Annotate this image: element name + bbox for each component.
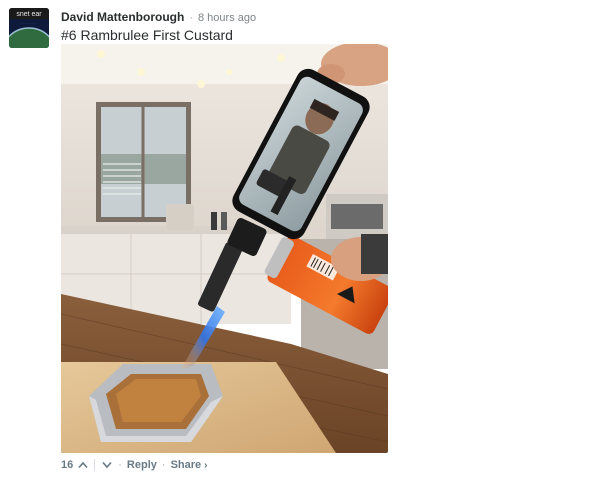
vote-divider: [94, 459, 96, 471]
chevron-up-icon: [78, 461, 88, 469]
upvote-button[interactable]: [77, 458, 89, 472]
downvote-button[interactable]: [101, 458, 113, 472]
share-caret-icon: ›: [204, 460, 208, 471]
header-separator: ·: [189, 12, 193, 24]
comment-timestamp[interactable]: 8 hours ago: [198, 12, 256, 24]
comment-text: #6 Rambrulee First Custard: [61, 27, 233, 43]
share-button[interactable]: Share ›: [171, 459, 208, 471]
chevron-down-icon: [102, 461, 112, 469]
reply-button[interactable]: Reply: [127, 459, 157, 471]
comment-image[interactable]: [61, 44, 388, 453]
footer-separator: ·: [161, 459, 166, 471]
share-label: Share: [170, 459, 202, 471]
footer-separator: ·: [118, 459, 122, 471]
comment-footer: 16 · Reply · Share ›: [61, 457, 207, 473]
avatar-sub-text: · · · · · · · · ·: [21, 21, 37, 25]
vote-count: 16: [61, 459, 74, 471]
avatar-logo-text: snet ear: [16, 11, 42, 18]
author-name[interactable]: David Mattenborough: [61, 10, 184, 24]
avatar-image: snet ear · · · · · · · · ·: [9, 8, 49, 48]
avatar[interactable]: snet ear · · · · · · · · ·: [9, 8, 49, 48]
kitchen-photo-illustration: [61, 44, 388, 453]
comment-header: David Mattenborough · 8 hours ago: [61, 10, 256, 26]
